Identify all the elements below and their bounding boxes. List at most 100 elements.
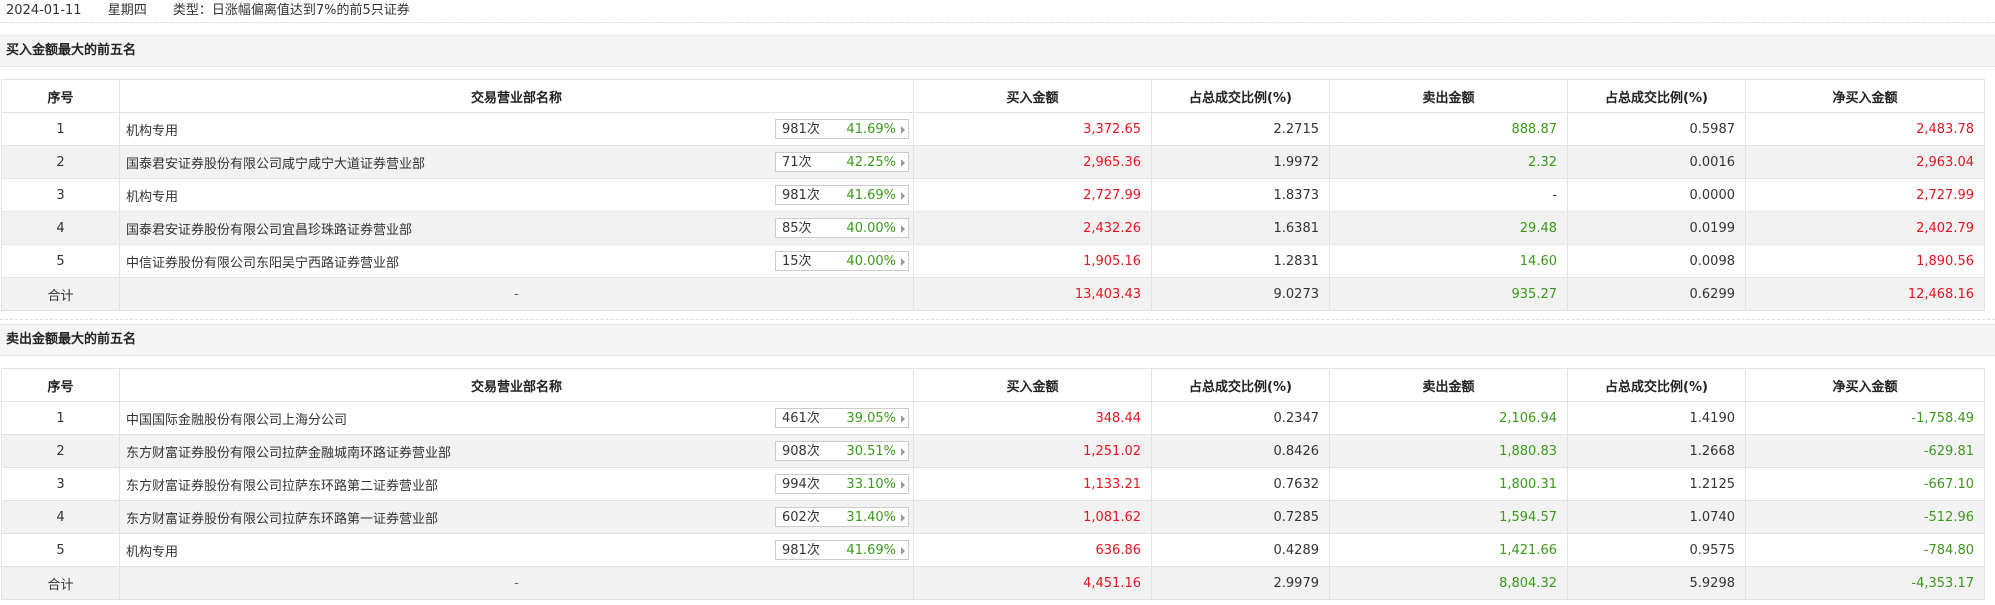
- dept-stats-badge[interactable]: 908次 30.51%: [775, 441, 909, 461]
- sell-section-title: 卖出金额最大的前五名: [0, 324, 1995, 356]
- row-index: 1: [1, 112, 120, 146]
- net-amount: 2,727.99: [1745, 178, 1985, 212]
- sell-ratio: 1.4190: [1567, 401, 1746, 435]
- chevron-right-icon: [901, 514, 905, 522]
- dept-cell: 东方财富证券股份有限公司拉萨金融城南环路证券营业部 908次 30.51%: [119, 434, 914, 468]
- net-amount: 2,402.79: [1745, 211, 1985, 245]
- sell-amount: 29.48: [1329, 211, 1568, 245]
- dept-name[interactable]: 机构专用: [126, 120, 178, 139]
- table-header-row: 序号 交易营业部名称 买入金额 占总成交比例(%) 卖出金额 占总成交比例(%)…: [1, 368, 1985, 402]
- dept-stats-badge[interactable]: 981次 41.69%: [775, 540, 909, 560]
- dept-name[interactable]: 机构专用: [126, 186, 178, 205]
- col-header-index: 序号: [1, 368, 120, 402]
- dept-name[interactable]: 中信证券股份有限公司东阳吴宁西路证券营业部: [126, 252, 399, 271]
- row-index: 3: [1, 467, 120, 501]
- dept-count: 15次: [782, 254, 812, 269]
- table-row: 4 国泰君安证券股份有限公司宜昌珍珠路证券营业部 85次 40.00% 2,432…: [1, 211, 1985, 245]
- sell-ratio: 0.9575: [1567, 533, 1746, 567]
- table-row: 3 机构专用 981次 41.69% 2,727.99 1.8373 - 0.00…: [1, 178, 1985, 212]
- col-header-sell-ratio: 占总成交比例(%): [1567, 368, 1746, 402]
- total-dept: -: [119, 566, 914, 600]
- row-index: 4: [1, 211, 120, 245]
- total-sell-amount: 8,804.32: [1329, 566, 1568, 600]
- net-amount: -667.10: [1745, 467, 1985, 501]
- trade-weekday: 星期四: [107, 3, 147, 18]
- buy-amount: 1,133.21: [913, 467, 1152, 501]
- dept-name[interactable]: 国泰君安证券股份有限公司咸宁咸宁大道证券营业部: [126, 153, 425, 172]
- dept-name[interactable]: 国泰君安证券股份有限公司宜昌珍珠路证券营业部: [126, 219, 412, 238]
- dept-count: 461次: [782, 411, 820, 426]
- buy-ratio: 0.4289: [1151, 533, 1330, 567]
- table-row: 5 中信证券股份有限公司东阳吴宁西路证券营业部 15次 40.00% 1,905.…: [1, 244, 1985, 278]
- net-amount: 2,483.78: [1745, 112, 1985, 146]
- buy-ratio: 1.2831: [1151, 244, 1330, 278]
- table-total-row: 合计 - 13,403.43 9.0273 935.27 0.6299 12,4…: [1, 277, 1985, 311]
- total-sell-ratio: 0.6299: [1567, 277, 1746, 311]
- total-buy-ratio: 9.0273: [1151, 277, 1330, 311]
- dept-name[interactable]: 东方财富证券股份有限公司拉萨金融城南环路证券营业部: [126, 442, 451, 461]
- dept-name[interactable]: 东方财富证券股份有限公司拉萨东环路第二证券营业部: [126, 475, 438, 494]
- col-header-buy-ratio: 占总成交比例(%): [1151, 368, 1330, 402]
- buy-top5-table: 序号 交易营业部名称 买入金额 占总成交比例(%) 卖出金额 占总成交比例(%)…: [1, 79, 1985, 311]
- sell-amount: 888.87: [1329, 112, 1568, 146]
- row-index: 5: [1, 533, 120, 567]
- table-total-row: 合计 - 4,451.16 2.9979 8,804.32 5.9298 -4,…: [1, 566, 1985, 600]
- dept-name[interactable]: 机构专用: [126, 541, 178, 560]
- col-header-dept: 交易营业部名称: [119, 79, 914, 113]
- buy-ratio: 0.7632: [1151, 467, 1330, 501]
- total-label: 合计: [1, 566, 120, 600]
- dept-count: 981次: [782, 122, 820, 137]
- total-dept: -: [119, 277, 914, 311]
- sell-ratio: 0.0199: [1567, 211, 1746, 245]
- dept-stats-badge[interactable]: 994次 33.10%: [775, 474, 909, 494]
- table-row: 3 东方财富证券股份有限公司拉萨东环路第二证券营业部 994次 33.10% 1,…: [1, 467, 1985, 501]
- dept-count: 981次: [782, 188, 820, 203]
- dept-cell: 中国国际金融股份有限公司上海分公司 461次 39.05%: [119, 401, 914, 435]
- buy-ratio: 1.6381: [1151, 211, 1330, 245]
- col-header-index: 序号: [1, 79, 120, 113]
- dept-stats-badge[interactable]: 15次 40.00%: [775, 251, 909, 271]
- dept-win-rate: 31.40%: [846, 510, 896, 525]
- dept-stats-badge[interactable]: 981次 41.69%: [775, 119, 909, 139]
- dept-stats-badge[interactable]: 461次 39.05%: [775, 408, 909, 428]
- sell-amount: 2,106.94: [1329, 401, 1568, 435]
- dept-stats-badge[interactable]: 981次 41.69%: [775, 185, 909, 205]
- row-index: 2: [1, 434, 120, 468]
- total-buy-amount: 13,403.43: [913, 277, 1152, 311]
- col-header-sell: 卖出金额: [1329, 368, 1568, 402]
- col-header-sell-ratio: 占总成交比例(%): [1567, 79, 1746, 113]
- dept-count: 994次: [782, 477, 820, 492]
- dept-name[interactable]: 中国国际金融股份有限公司上海分公司: [126, 409, 347, 428]
- dept-count: 71次: [782, 155, 812, 170]
- sell-ratio: 0.0098: [1567, 244, 1746, 278]
- sell-ratio: 0.5987: [1567, 112, 1746, 146]
- dept-name[interactable]: 东方财富证券股份有限公司拉萨东环路第一证券营业部: [126, 508, 438, 527]
- sell-ratio: 1.0740: [1567, 500, 1746, 534]
- col-header-buy: 买入金额: [913, 79, 1152, 113]
- sell-amount: 1,880.83: [1329, 434, 1568, 468]
- chevron-right-icon: [901, 415, 905, 423]
- sell-top5-table: 序号 交易营业部名称 买入金额 占总成交比例(%) 卖出金额 占总成交比例(%)…: [1, 368, 1985, 600]
- net-amount: -512.96: [1745, 500, 1985, 534]
- dept-stats-badge[interactable]: 85次 40.00%: [775, 218, 909, 238]
- buy-amount: 1,905.16: [913, 244, 1152, 278]
- dept-stats-badge[interactable]: 602次 31.40%: [775, 507, 909, 527]
- chevron-right-icon: [901, 159, 905, 167]
- dept-win-rate: 40.00%: [846, 254, 896, 269]
- chevron-right-icon: [901, 481, 905, 489]
- net-amount: -629.81: [1745, 434, 1985, 468]
- dept-stats-badge[interactable]: 71次 42.25%: [775, 152, 909, 172]
- dept-count: 85次: [782, 221, 812, 236]
- chevron-right-icon: [901, 448, 905, 456]
- net-amount: -1,758.49: [1745, 401, 1985, 435]
- sell-amount: 1,594.57: [1329, 500, 1568, 534]
- buy-amount: 636.86: [913, 533, 1152, 567]
- spacer: [0, 311, 1995, 320]
- dept-win-rate: 42.25%: [846, 155, 896, 170]
- list-type: 类型：日涨幅偏离值达到7%的前5只证券: [172, 3, 410, 18]
- row-index: 5: [1, 244, 120, 278]
- buy-ratio: 2.2715: [1151, 112, 1330, 146]
